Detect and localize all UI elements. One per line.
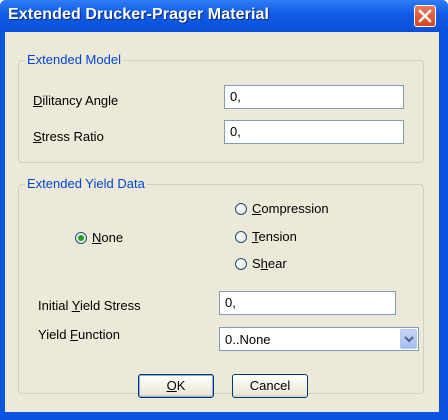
- radio-tension-indicator: [235, 230, 247, 243]
- radio-tension-label: Tension: [252, 229, 297, 244]
- initial-yield-stress-label: Initial Yield Stress: [38, 298, 141, 313]
- close-icon: [418, 9, 432, 23]
- radio-shear-indicator: [235, 257, 247, 270]
- radio-shear-label: Shear: [252, 256, 287, 271]
- stress-ratio-input[interactable]: 0,: [224, 120, 404, 144]
- radio-shear[interactable]: Shear: [235, 256, 287, 271]
- ok-button[interactable]: OK: [138, 374, 214, 398]
- stress-ratio-label: Stress Ratio: [33, 129, 104, 144]
- dialog-window: Extended Drucker-Prager Material Extende…: [0, 0, 448, 420]
- dilitancy-angle-input[interactable]: 0,: [224, 85, 404, 109]
- cancel-button[interactable]: Cancel: [232, 374, 308, 398]
- radio-compression-label: Compression: [252, 201, 329, 216]
- window-title: Extended Drucker-Prager Material: [8, 6, 270, 23]
- yield-function-label: Yield Function: [38, 327, 120, 342]
- extended-model-group-title: Extended Model: [25, 52, 123, 67]
- radio-none-indicator: [75, 231, 87, 244]
- dialog-body: Extended Model Dilitancy Angle 0, Stress…: [5, 32, 439, 412]
- radio-compression-indicator: [235, 202, 247, 215]
- yield-function-select[interactable]: 0..None: [219, 327, 419, 351]
- extended-yield-group-title: Extended Yield Data: [25, 176, 147, 191]
- radio-none[interactable]: None: [75, 230, 123, 245]
- radio-none-label: None: [92, 230, 124, 245]
- yield-function-value: 0..None: [225, 332, 271, 347]
- extended-model-group: Extended Model: [18, 52, 424, 163]
- extended-yield-group: Extended Yield Data: [18, 176, 424, 394]
- title-bar[interactable]: Extended Drucker-Prager Material: [0, 0, 448, 32]
- yield-function-dropdown-button[interactable]: [400, 329, 417, 349]
- dilitancy-angle-label: Dilitancy Angle: [33, 93, 119, 108]
- radio-compression[interactable]: Compression: [235, 201, 329, 216]
- close-button[interactable]: [414, 5, 436, 27]
- initial-yield-stress-input[interactable]: 0,: [219, 291, 396, 315]
- chevron-down-icon: [404, 336, 414, 343]
- radio-tension[interactable]: Tension: [235, 229, 297, 244]
